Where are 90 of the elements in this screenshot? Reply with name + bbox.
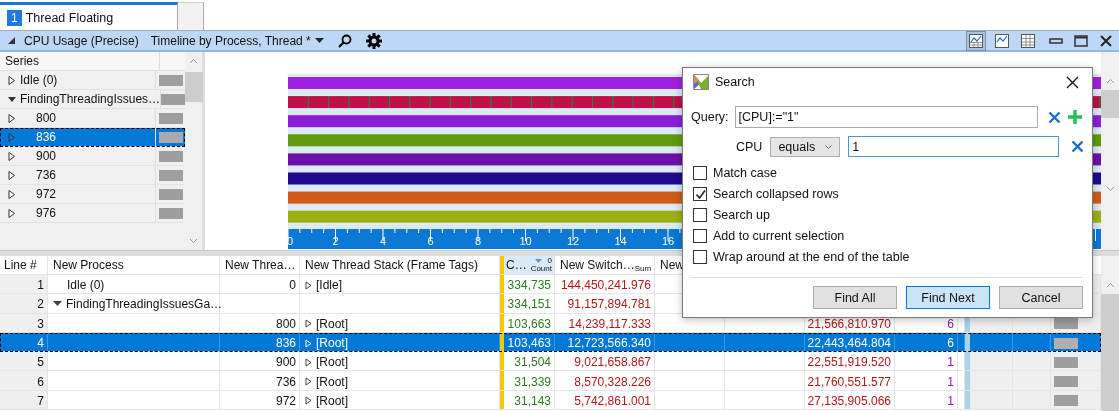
table-cell: 1 xyxy=(947,393,954,408)
table-cell: 1 xyxy=(947,355,954,370)
checkbox-label: Add to current selection xyxy=(713,229,845,243)
series-label: 972 xyxy=(35,187,58,201)
table-cell: 31,504 xyxy=(514,355,551,370)
dialog-button[interactable]: Find All xyxy=(813,286,897,309)
dialog-button[interactable]: Find Next xyxy=(906,286,990,309)
line-number: 6 xyxy=(0,371,48,390)
checkbox-label: Match case xyxy=(713,166,777,180)
series-label: FindingThreadingIssues… xyxy=(20,92,160,106)
series-label: Idle (0) xyxy=(20,73,59,87)
series-row[interactable]: 976 xyxy=(0,204,185,223)
table-cell: [Root] xyxy=(316,316,348,331)
table-cell: [Root] xyxy=(316,393,348,408)
table-cell: 6 xyxy=(947,336,954,351)
table-cell: 91,157,894.781 xyxy=(567,297,651,312)
table-cell: 972 xyxy=(275,393,296,408)
table-cell-text: Idle (0) xyxy=(66,278,105,293)
series-label: 800 xyxy=(35,111,58,125)
table-cell: 103,463 xyxy=(507,336,551,351)
table-row[interactable]: 7 972 [Root] 31,143 5,742,861.001 27,135,905.066 1 xyxy=(0,390,1101,411)
series-label: 836 xyxy=(35,130,58,144)
table-cell: 900 xyxy=(275,355,296,370)
series-label: 976 xyxy=(35,206,58,220)
field-label: CPU xyxy=(736,139,763,154)
axis-label: 4 xyxy=(379,235,387,248)
table-cell: 334,151 xyxy=(507,297,551,312)
line-number: 5 xyxy=(0,352,48,371)
table-cell: [Root] xyxy=(316,355,348,370)
table-cell: 0 xyxy=(289,278,296,293)
table-row[interactable]: 6 736 [Root] 31,339 8,570,328.226 21,760,551.577 1 xyxy=(0,371,1101,391)
table-cell: 1 xyxy=(947,374,954,389)
tab-label: Thread Floating xyxy=(25,10,114,25)
table-cell: 9,021,658.867 xyxy=(574,355,651,370)
query-field[interactable]: [CPU]:="1" xyxy=(734,106,1039,128)
table-cell: FindingThreadingIssuesGa… xyxy=(66,297,223,312)
table-cell: 31,143 xyxy=(514,393,551,408)
table-cell: 22,443,464.804 xyxy=(807,336,891,351)
operator-dropdown[interactable]: equals xyxy=(770,136,841,157)
table-cell: 836 xyxy=(275,336,296,351)
table-cell: 31,339 xyxy=(514,374,551,389)
table-cell: 5,742,861.001 xyxy=(574,393,651,408)
table-cell: 8,570,328.226 xyxy=(574,374,651,389)
series-row[interactable]: FindingThreadingIssues… xyxy=(0,90,185,109)
table-cell: 27,135,905.066 xyxy=(807,393,891,408)
series-label: 900 xyxy=(35,149,58,163)
table-cell: 21,760,551.577 xyxy=(807,374,891,389)
table-cell: 800 xyxy=(275,316,296,331)
series-row[interactable]: 900 xyxy=(0,147,185,166)
column-header[interactable]: New Threa… xyxy=(220,256,300,274)
table-cell: 334,735 xyxy=(507,278,551,293)
axis-label: 16 xyxy=(661,235,675,248)
series-row[interactable]: 736 xyxy=(0,166,185,185)
table-cell: 736 xyxy=(275,374,296,389)
table-cell: 14,239,117.333 xyxy=(568,316,651,331)
table-row[interactable]: 4 836 [Root] 103,463 12,723,566.340 22,443,464.804 6 xyxy=(0,332,1101,353)
column-header[interactable]: New Process xyxy=(48,256,220,274)
table-cell: 21,566,810.970 xyxy=(807,316,891,331)
dialog-button[interactable]: Cancel xyxy=(999,286,1083,309)
checkbox-label: Search collapsed rows xyxy=(713,187,839,201)
column-header: Series xyxy=(0,52,160,70)
series-row[interactable]: 800 xyxy=(0,109,185,128)
query-label: Query: xyxy=(691,110,729,124)
axis-label: 8 xyxy=(474,235,482,248)
table-row[interactable]: 5 900 [Root] 31,504 9,021,658.867 22,551,919.520 1 xyxy=(0,352,1101,372)
table-cell: [Idle] xyxy=(316,278,342,293)
line-number: 2 xyxy=(0,294,48,313)
table-cell: [Root] xyxy=(316,336,348,351)
document-tab[interactable]: 1 Thread Floating xyxy=(0,2,178,30)
tab-number: 1 xyxy=(7,9,22,26)
table-cell: 103,663 xyxy=(507,316,551,331)
table-cell: 144,450,241.976 xyxy=(560,278,651,293)
checkbox-label: Wrap around at the end of the table xyxy=(713,250,910,264)
pane-title: CPU Usage (Precise) xyxy=(24,33,139,48)
dialog-title: Search xyxy=(715,75,755,89)
table-cell: 22,551,919.520 xyxy=(807,355,891,370)
series-label: 736 xyxy=(35,168,58,182)
series-row[interactable]: 836 xyxy=(0,128,185,147)
axis-label: 10 xyxy=(519,235,532,248)
axis-label: 14 xyxy=(614,235,627,248)
series-row[interactable]: 972 xyxy=(0,185,185,204)
table-cell: [Root] xyxy=(316,374,348,389)
table-cell: 6 xyxy=(947,316,954,331)
table-cell: 12,723,566.340 xyxy=(567,336,651,351)
checkbox-label: Search up xyxy=(713,208,770,222)
value-field[interactable]: 1 xyxy=(848,136,1059,157)
preset-dropdown[interactable]: Timeline by Process, Thread * xyxy=(150,33,324,48)
series-row[interactable]: Idle (0) xyxy=(0,71,185,90)
line-number: 1 xyxy=(0,275,48,294)
axis-label: 12 xyxy=(566,235,580,248)
